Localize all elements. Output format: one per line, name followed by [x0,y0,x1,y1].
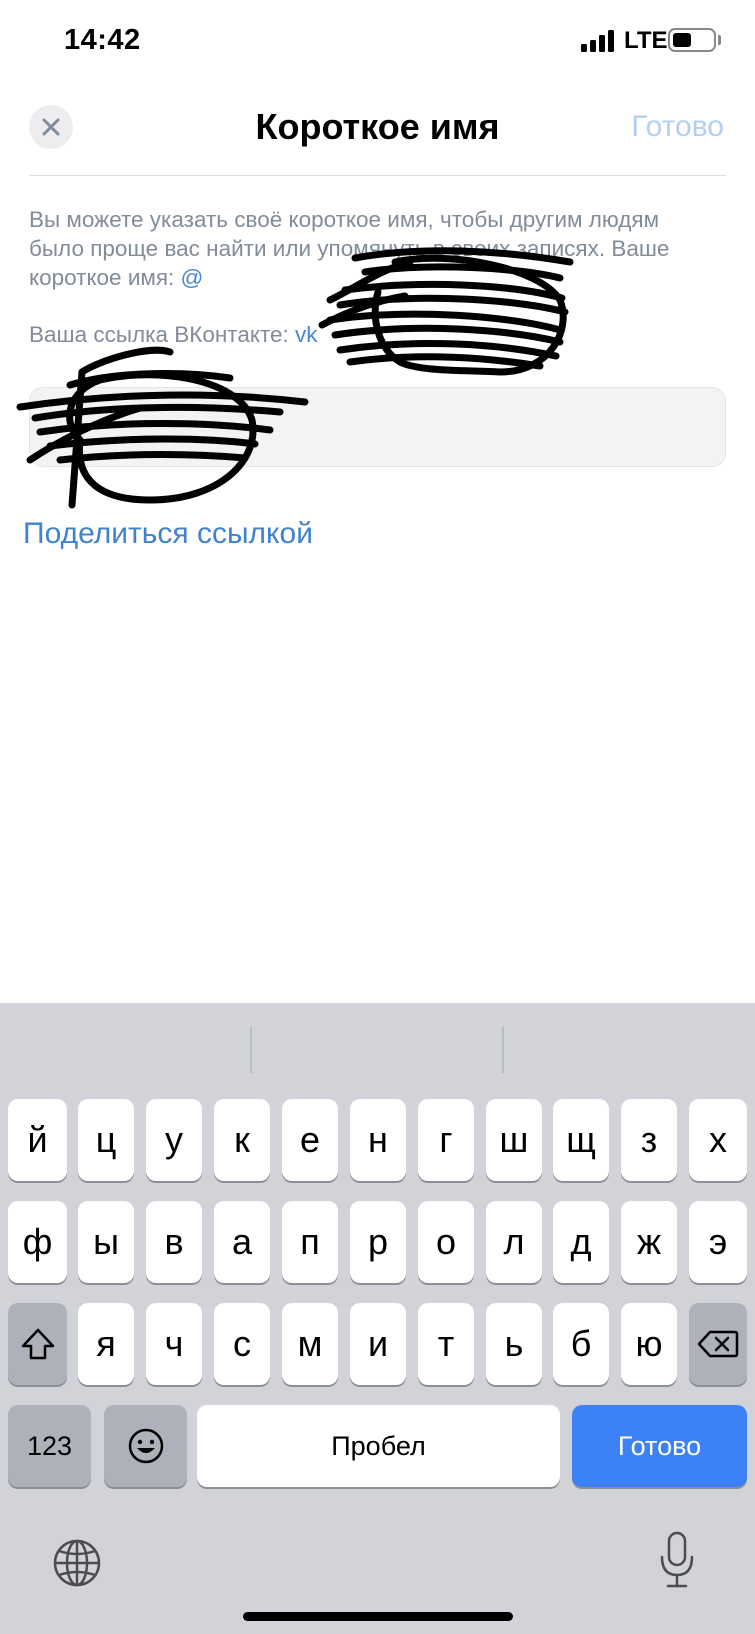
key[interactable]: е [282,1099,338,1181]
home-indicator [243,1612,513,1621]
battery-tip [718,35,721,45]
key[interactable]: в [146,1201,202,1283]
profile-link-value[interactable]: vk [295,322,318,347]
profile-link-label: Ваша ссылка ВКонтакте: [29,322,296,347]
key[interactable]: х [689,1099,747,1181]
microphone-icon [660,1531,694,1588]
modal-header: Короткое имя Готово [0,84,755,176]
backspace-icon [697,1330,739,1358]
key[interactable]: ш [486,1099,542,1181]
suggestion-divider [250,1027,252,1073]
key[interactable]: о [418,1201,474,1283]
done-button[interactable]: Готово [631,110,724,144]
shift-key[interactable] [8,1303,67,1385]
key[interactable]: ф [8,1201,67,1283]
key[interactable]: с [214,1303,270,1385]
return-key[interactable]: Готово [572,1405,747,1487]
short-name-value: @ [180,265,204,290]
emoji-key[interactable] [104,1405,187,1487]
short-name-input[interactable] [29,387,726,467]
key[interactable]: ь [486,1303,542,1385]
profile-link-row: Ваша ссылка ВКонтакте: vk [29,322,318,348]
battery-icon [668,28,716,52]
network-type: LTE [624,27,668,54]
dictation-button[interactable] [657,1530,697,1590]
description-body: Вы можете указать своё короткое имя, что… [29,207,670,290]
key[interactable]: з [621,1099,677,1181]
keyboard: й ц у к е н г ш щ з х ф ы в а п р о л д … [0,1003,755,1634]
key[interactable]: т [418,1303,474,1385]
emoji-icon [128,1428,163,1464]
key[interactable]: л [486,1201,542,1283]
cellular-signal-icon [581,28,619,52]
key[interactable]: ю [621,1303,677,1385]
key[interactable]: э [689,1201,747,1283]
key[interactable]: ж [621,1201,677,1283]
key[interactable]: д [553,1201,609,1283]
key[interactable]: ц [78,1099,134,1181]
key[interactable]: м [282,1303,338,1385]
backspace-key[interactable] [689,1303,747,1385]
key[interactable]: к [214,1099,270,1181]
key[interactable]: ч [146,1303,202,1385]
key[interactable]: я [78,1303,134,1385]
header-divider [29,175,726,176]
status-time: 14:42 [64,24,141,56]
key[interactable]: б [553,1303,609,1385]
space-key[interactable]: Пробел [197,1405,560,1487]
key[interactable]: и [350,1303,406,1385]
key[interactable]: г [418,1099,474,1181]
globe-button[interactable] [52,1538,102,1588]
key[interactable]: ы [78,1201,134,1283]
description-text: Вы можете указать своё короткое имя, что… [29,205,709,292]
numbers-key[interactable]: 123 [8,1405,91,1487]
key[interactable]: р [350,1201,406,1283]
status-bar: 14:42 LTE [0,0,755,84]
key[interactable]: й [8,1099,67,1181]
shift-icon [21,1328,54,1360]
share-link-button[interactable]: Поделиться ссылкой [23,517,313,551]
key[interactable]: п [282,1201,338,1283]
key[interactable]: щ [553,1099,609,1181]
suggestion-divider [502,1027,504,1073]
key[interactable]: а [214,1201,270,1283]
key[interactable]: у [146,1099,202,1181]
key[interactable]: н [350,1099,406,1181]
globe-icon [53,1539,101,1587]
